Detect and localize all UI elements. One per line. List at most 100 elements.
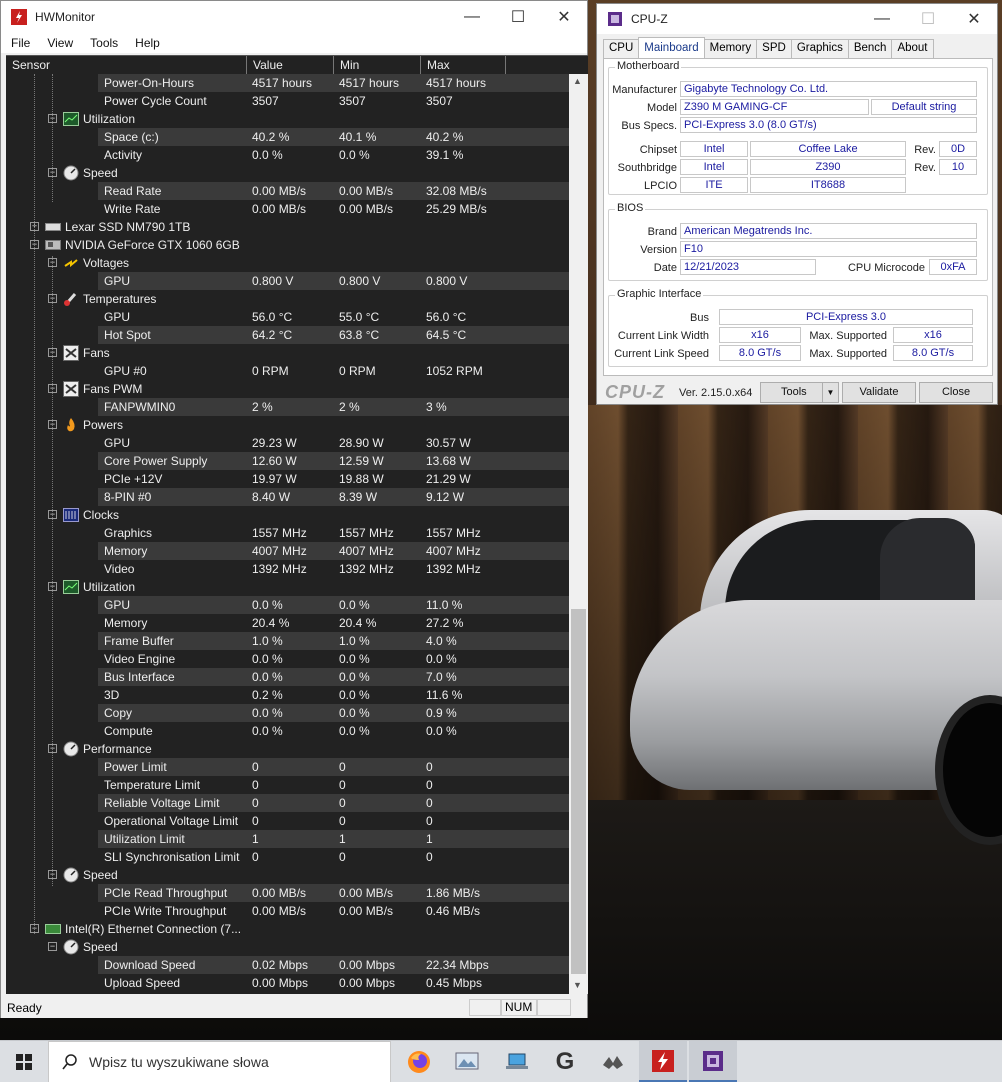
maximize-button[interactable]: ☐ [495,1,541,33]
hwmonitor-icon[interactable] [639,1041,687,1082]
sensor-row[interactable]: Power Cycle Count 3507 3507 3507 [6,92,569,110]
tab-memory[interactable]: Memory [703,39,758,58]
sensor-row[interactable]: GPU #0 0 RPM 0 RPM 1052 RPM [6,362,569,380]
device-node[interactable]: Intel(R) Ethernet Connection (7... [65,920,241,938]
cpuz-close-button[interactable]: ✕ [951,4,997,34]
minimize-button[interactable]: — [449,1,495,33]
menu-view[interactable]: View [37,36,80,50]
sensor-row[interactable]: Graphics 1557 MHz 1557 MHz 1557 MHz [6,524,569,542]
sensor-row[interactable]: Activity 0.0 % 0.0 % 39.1 % [6,146,569,164]
taskbar-search[interactable]: Wpisz tu wyszukiwane słowa [48,1041,391,1082]
sensor-row[interactable]: Operational Voltage Limit 0 0 0 [6,812,569,830]
sensor-group[interactable]: Utilization [83,578,135,596]
sensor-row[interactable]: Power-On-Hours 4517 hours 4517 hours 4517 h… [6,74,569,92]
scroll-up-arrow-icon[interactable]: ▲ [573,76,582,86]
sensor-group[interactable]: Powers [83,416,123,434]
sensor-row[interactable]: Utilization Limit 1 1 1 [6,830,569,848]
sensor-row[interactable]: Write Rate 0.00 MB/s 0.00 MB/s 25.29 MB/s [6,200,569,218]
sensor-row[interactable]: Upload Speed 0.00 Mbps 0.00 Mbps 0.45 Mbps [6,974,569,992]
sensor-group[interactable]: Utilization [83,110,135,128]
scroll-down-arrow-icon[interactable]: ▼ [573,980,582,990]
menu-help[interactable]: Help [125,36,167,50]
sensor-name: Video [104,562,135,576]
sensor-row[interactable]: PCIe +12V 19.97 W 19.88 W 21.29 W [6,470,569,488]
start-button[interactable] [0,1041,48,1082]
sensor-row[interactable]: PCIe Write Throughput 0.00 MB/s 0.00 MB/s 0… [6,902,569,920]
sensor-group[interactable]: Speed [83,866,118,884]
graphic-interface-fieldset: Graphic Interface Bus PCI-Express 3.0 Cu… [608,288,988,367]
sensor-row[interactable]: Space (c:) 40.2 % 40.1 % 40.2 % [6,128,569,146]
sensor-min: 0.0 % [339,706,370,720]
validate-button[interactable]: Validate [842,382,916,403]
sensor-group[interactable]: Fans [83,344,110,362]
sensor-row[interactable]: Frame Buffer 1.0 % 1.0 % 4.0 % [6,632,569,650]
column-max[interactable]: Max [421,56,506,75]
bird-app-icon[interactable] [589,1041,637,1082]
sensor-row[interactable]: Download Speed 0.02 Mbps 0.00 Mbps 22.34 Mb… [6,956,569,974]
tab-graphics[interactable]: Graphics [790,39,849,58]
sensor-group[interactable]: Voltages [83,254,129,272]
sensor-row[interactable]: Bus Interface 0.0 % 0.0 % 7.0 % [6,668,569,686]
sensor-row[interactable]: GPU 56.0 °C 55.0 °C 56.0 °C [6,308,569,326]
sensor-row[interactable]: Memory 20.4 % 20.4 % 27.2 % [6,614,569,632]
hwmonitor-titlebar[interactable]: HWMonitor — ☐ ✕ [1,1,587,33]
sensor-group[interactable]: Speed [83,938,118,956]
sensor-row[interactable]: GPU 0.800 V 0.800 V 0.800 V [6,272,569,290]
cpuz-minimize-button[interactable]: — [859,4,905,34]
sensor-row[interactable]: SLI Synchronisation Limit 0 0 0 [6,848,569,866]
sensor-min: 1.0 % [339,634,370,648]
sensor-row[interactable]: Copy 0.0 % 0.0 % 0.9 % [6,704,569,722]
menu-file[interactable]: File [1,36,37,50]
sensor-group[interactable]: Performance [83,740,152,758]
laptop-icon[interactable] [493,1041,541,1082]
sensor-row[interactable]: 3D 0.2 % 0.0 % 11.6 % [6,686,569,704]
tab-about[interactable]: About [891,39,934,58]
close-cpuz-button[interactable]: Close [919,382,993,403]
sensor-tree[interactable]: Power-On-Hours 4517 hours 4517 hours 4517 h… [6,74,569,994]
sensor-row[interactable]: PCIe Read Throughput 0.00 MB/s 0.00 MB/s 1.… [6,884,569,902]
column-sensor[interactable]: Sensor [6,56,247,75]
sensor-row[interactable]: Compute 0.0 % 0.0 % 0.0 % [6,722,569,740]
bios-brand-label: Brand [647,226,677,238]
sensor-group[interactable]: Speed [83,164,118,182]
column-value[interactable]: Value [247,56,334,75]
model-label: Model [647,102,677,114]
photos-icon[interactable] [443,1041,491,1082]
sensor-row[interactable]: 8-PIN #0 8.40 W 8.39 W 9.12 W [6,488,569,506]
tools-dropdown-arrow-icon[interactable]: ▼ [822,382,839,403]
tab-cpu[interactable]: CPU [603,39,640,58]
device-node[interactable]: NVIDIA GeForce GTX 1060 6GB [65,236,240,254]
tab-mainboard[interactable]: Mainboard [638,37,705,58]
sensor-row[interactable]: Temperature Limit 0 0 0 [6,776,569,794]
tab-bench[interactable]: Bench [847,39,893,58]
firefox-icon[interactable] [395,1041,443,1082]
cpuz-icon[interactable] [689,1041,737,1082]
sensor-row[interactable]: Power Limit 0 0 0 [6,758,569,776]
sensor-row[interactable]: Memory 4007 MHz 4007 MHz 4007 MHz [6,542,569,560]
sensor-row[interactable]: Hot Spot 64.2 °C 63.8 °C 64.5 °C [6,326,569,344]
sensor-min: 4007 MHz [339,544,394,558]
sensor-row[interactable]: FANPWMIN0 2 % 2 % 3 % [6,398,569,416]
column-min[interactable]: Min [334,56,421,75]
tab-spd[interactable]: SPD [756,39,792,58]
vertical-scrollbar[interactable]: ▲ ▼ [569,74,588,994]
g-app-icon[interactable]: G [541,1041,589,1082]
sensor-group[interactable]: Clocks [83,506,119,524]
sensor-row[interactable]: GPU 29.23 W 28.90 W 30.57 W [6,434,569,452]
sensor-value: 1.0 % [252,634,283,648]
sensor-group[interactable]: Temperatures [83,290,156,308]
sensor-row[interactable]: Reliable Voltage Limit 0 0 0 [6,794,569,812]
menu-tools[interactable]: Tools [80,36,125,50]
close-button[interactable]: ✕ [541,1,587,33]
sensor-row[interactable]: Video 1392 MHz 1392 MHz 1392 MHz [6,560,569,578]
sensor-row[interactable]: Video Engine 0.0 % 0.0 % 0.0 % [6,650,569,668]
expand-collapse-toggle[interactable]: − [48,942,57,951]
scrollbar-thumb[interactable] [571,609,586,974]
sensor-row[interactable]: Core Power Supply 12.60 W 12.59 W 13.68 W [6,452,569,470]
sensor-row[interactable]: GPU 0.0 % 0.0 % 11.0 % [6,596,569,614]
cpuz-window: CPU-Z — ☐ ✕ CPU Mainboard Memory SPD Gra… [596,3,998,405]
device-node[interactable]: Lexar SSD NM790 1TB [65,218,190,236]
sensor-row[interactable]: Read Rate 0.00 MB/s 0.00 MB/s 32.08 MB/s [6,182,569,200]
sensor-group[interactable]: Fans PWM [83,380,142,398]
cpuz-titlebar[interactable]: CPU-Z — ☐ ✕ [597,4,997,34]
